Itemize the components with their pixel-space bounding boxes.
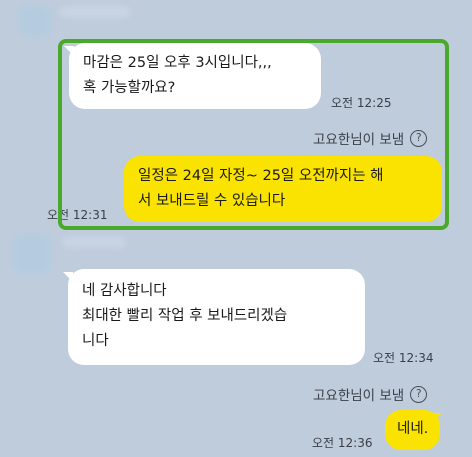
- message-timestamp: 오전 12:34: [373, 351, 434, 365]
- sent-by-label: 고요한님이 보냄 ?: [313, 384, 428, 404]
- sender-name-blurred: [60, 6, 130, 18]
- message-text-line: 니다: [82, 333, 109, 349]
- received-message-bubble[interactable]: 네 감사합니다 최대한 빨리 작업 후 보내드리겠습 니다: [68, 269, 365, 365]
- help-icon[interactable]: ?: [410, 385, 428, 403]
- avatar[interactable]: [18, 4, 52, 38]
- highlight-box: [58, 39, 449, 230]
- message-text-line: 네네.: [397, 421, 429, 437]
- sent-by-text: 고요한님이 보냄: [313, 388, 405, 404]
- message-text-line: 네 감사합니다: [82, 283, 167, 299]
- message-text-line: 최대한 빨리 작업 후 보내드리겠습: [82, 308, 288, 324]
- avatar[interactable]: [12, 234, 52, 274]
- sender-name-blurred: [62, 236, 126, 248]
- sent-message-bubble[interactable]: 네네.: [385, 410, 440, 450]
- message-timestamp: 오전 12:36: [312, 436, 373, 450]
